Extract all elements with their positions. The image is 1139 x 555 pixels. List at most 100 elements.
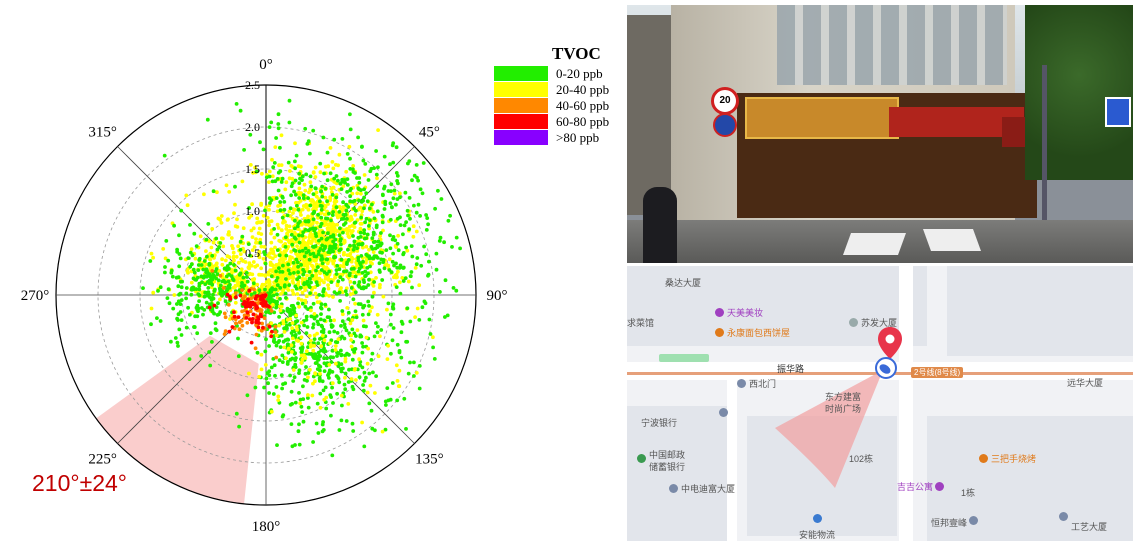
map-label[interactable]: 三把手烧烤 [991, 452, 1036, 465]
map-label[interactable]: 时尚广场 [825, 402, 861, 415]
data-point [402, 223, 407, 228]
data-point [293, 159, 297, 164]
data-point [293, 207, 298, 212]
data-point [344, 328, 349, 333]
map-label[interactable]: 工艺大厦 [1071, 520, 1107, 533]
data-point [189, 262, 194, 267]
data-point [409, 270, 414, 274]
data-point [345, 227, 349, 231]
data-point [273, 254, 278, 258]
data-point [372, 280, 376, 284]
data-point [195, 331, 200, 336]
map-label[interactable]: 天美美妆 [727, 306, 763, 319]
data-point [342, 269, 346, 274]
map-label[interactable]: 永康面包西饼屋 [727, 326, 790, 339]
data-point [275, 232, 280, 237]
hotel-icon[interactable] [935, 482, 944, 491]
post-office-icon[interactable] [637, 454, 646, 463]
map-label[interactable]: 吉吉公寓 [897, 480, 933, 493]
map-label[interactable]: 桑达大厦 [665, 276, 701, 289]
data-point [185, 203, 190, 208]
map-label[interactable]: 远华大厦 [1067, 376, 1103, 389]
food-icon[interactable] [715, 328, 724, 337]
data-point [380, 429, 385, 434]
bank-icon[interactable] [719, 408, 728, 417]
data-point [290, 321, 295, 325]
data-point [324, 406, 329, 411]
data-point [374, 225, 379, 230]
data-point [281, 339, 286, 344]
logistics-icon[interactable] [813, 514, 822, 523]
data-point [175, 340, 180, 345]
angle-label: 45° [419, 125, 440, 141]
angle-label: 315° [88, 125, 117, 141]
data-point [395, 241, 400, 246]
data-point [404, 220, 408, 225]
data-point [319, 207, 324, 212]
data-point [348, 243, 352, 248]
data-point [395, 342, 400, 347]
building-icon[interactable] [969, 516, 978, 525]
data-point [372, 216, 377, 221]
building-icon[interactable] [1059, 512, 1068, 521]
map-label[interactable]: 宁波银行 [641, 416, 677, 429]
data-point [406, 213, 410, 218]
map-label[interactable]: 中电迪富大厦 [681, 482, 735, 495]
data-point [348, 280, 353, 284]
data-point [238, 239, 243, 244]
data-point [293, 218, 297, 223]
data-point [416, 202, 421, 207]
data-point [214, 236, 219, 241]
data-point [333, 162, 338, 167]
map-label[interactable]: 安能物流 [799, 528, 835, 541]
data-point [203, 290, 208, 295]
data-point [199, 354, 204, 358]
data-point [285, 343, 290, 347]
data-point [282, 284, 287, 289]
data-point [371, 284, 376, 288]
food-icon[interactable] [979, 454, 988, 463]
street-view-camera-icon[interactable] [874, 356, 898, 380]
data-point [242, 294, 247, 299]
map-label[interactable]: 储蓄银行 [649, 460, 685, 473]
building-icon[interactable] [669, 484, 678, 493]
gate-icon[interactable] [737, 379, 746, 388]
data-point [293, 192, 298, 197]
nav-arrow-right-icon[interactable] [922, 229, 982, 251]
data-point [361, 388, 366, 393]
data-point [393, 238, 398, 243]
data-point [405, 208, 410, 213]
data-point [239, 319, 244, 323]
nav-arrow-left-icon[interactable] [842, 233, 907, 255]
map-label[interactable]: 西北门 [749, 377, 776, 390]
data-point [277, 323, 281, 328]
data-point [314, 280, 319, 285]
data-point [308, 227, 313, 232]
data-point [313, 371, 317, 375]
data-point [350, 421, 355, 426]
data-point [293, 358, 298, 362]
map-label[interactable]: 恒邦壹峰 [931, 516, 967, 529]
data-point [286, 288, 291, 292]
data-point [397, 368, 402, 373]
data-point [330, 213, 335, 218]
data-point [360, 312, 365, 317]
data-point [307, 223, 312, 228]
shop-icon[interactable] [715, 308, 724, 317]
data-point [366, 283, 371, 287]
location-pin-icon[interactable] [877, 326, 903, 360]
data-point [171, 306, 176, 311]
data-point [179, 318, 184, 322]
metro-label[interactable]: 2号线(8号线) [911, 367, 964, 378]
data-point [313, 165, 318, 170]
data-point [201, 312, 205, 317]
data-point [320, 324, 325, 329]
data-point [245, 279, 250, 284]
legend-item-over-80: >80 ppb [494, 130, 624, 145]
building-icon[interactable] [849, 318, 858, 327]
data-point [414, 229, 419, 234]
legend-swatch [494, 114, 548, 129]
data-point [388, 162, 392, 167]
map-label[interactable]: 求菜馆 [627, 316, 654, 329]
data-point [395, 379, 400, 383]
